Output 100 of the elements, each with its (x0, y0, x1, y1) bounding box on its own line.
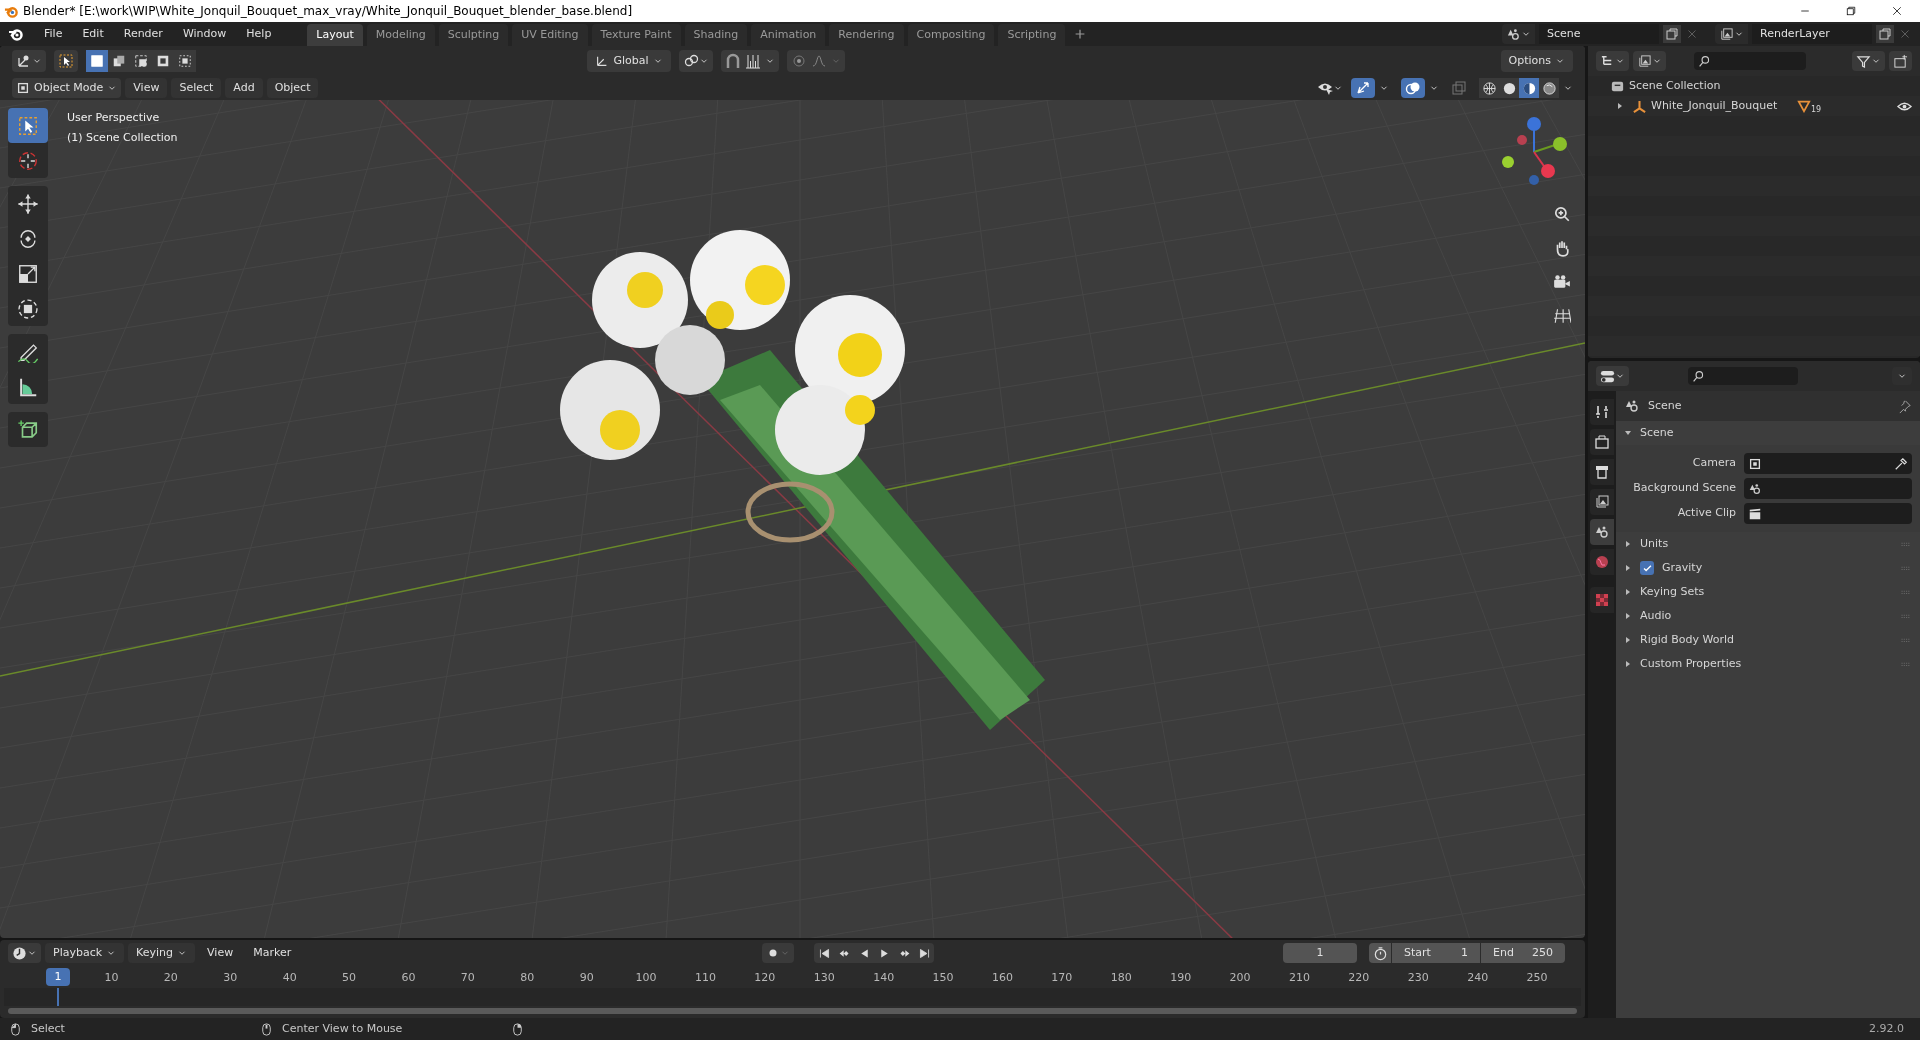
workspace-tab[interactable]: Compositing (907, 24, 995, 46)
folder-plus-icon (1893, 53, 1908, 69)
menu-item[interactable]: Keying (128, 943, 196, 963)
snap-toggle[interactable] (720, 50, 779, 72)
expand-arrow-icon[interactable] (1624, 429, 1632, 437)
menu-item[interactable]: Marker (245, 943, 300, 963)
checkbox[interactable] (1640, 561, 1654, 575)
filter-button[interactable] (1852, 51, 1885, 71)
frame-number: 90 (579, 970, 594, 986)
object-picker-field[interactable] (1744, 478, 1912, 499)
scene-name-field[interactable]: Scene (1539, 24, 1659, 44)
current-frame-field[interactable]: 1 (1283, 943, 1357, 963)
menu-item[interactable]: Playback (45, 943, 125, 963)
tool-icon (17, 262, 39, 285)
child-count: 19 (1811, 104, 1822, 116)
menu-item[interactable]: Render (115, 23, 171, 45)
duplicate-icon[interactable] (1876, 25, 1894, 43)
auto-keying-toggle[interactable] (762, 943, 795, 963)
frame-number: 200 (1229, 970, 1251, 986)
properties-tab-icon (1594, 404, 1610, 420)
blender-logo-icon[interactable] (8, 26, 24, 42)
search-field[interactable] (1688, 367, 1798, 385)
menu-item[interactable]: Add (225, 78, 263, 98)
triangle-icon (1616, 102, 1624, 110)
properties-tab[interactable] (1590, 399, 1614, 425)
workspace-tab[interactable]: Sculpting (438, 24, 509, 46)
gizmo-toggle[interactable] (1351, 78, 1375, 98)
view-layer-button[interactable] (1633, 51, 1666, 71)
properties-tab[interactable] (1590, 429, 1614, 455)
collapsed-triangle-icon (1624, 588, 1632, 596)
menu-item[interactable]: View (125, 78, 168, 98)
playhead-frame[interactable]: 1 (46, 968, 70, 986)
pin-icon[interactable] (1897, 398, 1912, 414)
selection-mode-button[interactable] (174, 50, 196, 72)
menu-item[interactable]: View (199, 943, 242, 963)
menu-item[interactable]: Object (266, 78, 319, 98)
context-label: Scene (1648, 397, 1682, 414)
start-frame-field[interactable]: Start 1 (1392, 943, 1480, 963)
view-layer-type-button[interactable] (1715, 24, 1748, 44)
transform-orientation-dropdown[interactable]: Global (587, 50, 671, 72)
frame-number: 50 (342, 970, 357, 986)
object-picker-field[interactable] (1744, 453, 1912, 474)
editor-type-button[interactable] (12, 50, 46, 72)
duplicate-icon[interactable] (1663, 25, 1681, 43)
horizontal-scrollbar[interactable] (8, 1008, 1577, 1014)
search-field[interactable] (1694, 52, 1806, 70)
workspace-tab[interactable]: Rendering (829, 24, 904, 46)
mode-dropdown[interactable]: Object Mode (12, 78, 122, 98)
frame-number: 180 (1110, 970, 1132, 986)
properties-tab[interactable] (1590, 519, 1614, 545)
proportional-edit-button[interactable] (786, 50, 845, 72)
menu-item[interactable]: Help (238, 23, 280, 45)
properties-tab-icon (1594, 524, 1610, 540)
shading-mode-button[interactable] (1499, 78, 1519, 98)
shading-mode-button[interactable] (1519, 78, 1539, 98)
eyedropper-icon[interactable] (1894, 456, 1908, 471)
preview-range-toggle[interactable] (1369, 943, 1391, 963)
frame-number: 150 (932, 970, 954, 986)
end-frame-field[interactable]: End 250 (1481, 943, 1565, 963)
clock-icon (12, 945, 27, 961)
menu-item[interactable]: File (36, 23, 71, 45)
active-tool-button[interactable] (54, 50, 78, 72)
options-dropdown[interactable]: Options (1500, 50, 1573, 72)
expand-arrow-icon[interactable] (1616, 102, 1624, 110)
new-collection-button[interactable] (1889, 51, 1912, 71)
workspace-tab[interactable]: Texture Paint (591, 24, 681, 46)
mesh-triangle-icon (1797, 99, 1811, 113)
workspace-tab[interactable]: Scripting (998, 24, 1066, 46)
frame-number: 210 (1288, 970, 1310, 986)
scene-type-button[interactable] (1502, 24, 1535, 44)
display-mode-button[interactable] (1596, 51, 1629, 71)
menu-item[interactable]: Window (174, 23, 235, 45)
shading-mode-button[interactable] (1479, 78, 1499, 98)
properties-tab[interactable] (1590, 459, 1614, 485)
properties-tab[interactable] (1590, 489, 1614, 515)
overlay-circles-icon (1405, 80, 1421, 96)
workspace-tab[interactable]: Animation (751, 24, 826, 46)
shading-mode-button[interactable] (1539, 78, 1559, 98)
status-hint: Center View to Mouse (282, 1020, 404, 1037)
overlays-toggle[interactable] (1401, 78, 1425, 98)
workspace-tab[interactable]: Layout (307, 24, 363, 46)
gizmo-arrows-icon (1355, 80, 1371, 96)
workspace-tab[interactable]: UV Editing (512, 24, 588, 46)
editor-type-button[interactable] (8, 943, 41, 963)
menu-item[interactable]: Edit (74, 23, 112, 45)
filter-funnel-icon (1856, 53, 1871, 69)
view-layer-name-field[interactable]: RenderLayer (1752, 24, 1872, 44)
workspace-tab[interactable]: Modeling (366, 24, 435, 46)
jump-start-icon (817, 946, 831, 960)
collapsed-triangle-icon (1624, 612, 1632, 620)
pivot-point-button[interactable] (678, 50, 713, 72)
menu-item[interactable]: Select (171, 78, 222, 98)
selection-mode-button[interactable] (108, 50, 130, 72)
selection-mode-icon (90, 54, 104, 68)
editor-type-button[interactable] (1596, 366, 1629, 386)
selection-mode-button[interactable] (86, 50, 108, 72)
object-mode-icon (16, 81, 30, 95)
frame-number: 160 (991, 970, 1013, 986)
object-picker-field[interactable] (1744, 503, 1912, 524)
workspace-tab[interactable]: Shading (684, 24, 748, 46)
